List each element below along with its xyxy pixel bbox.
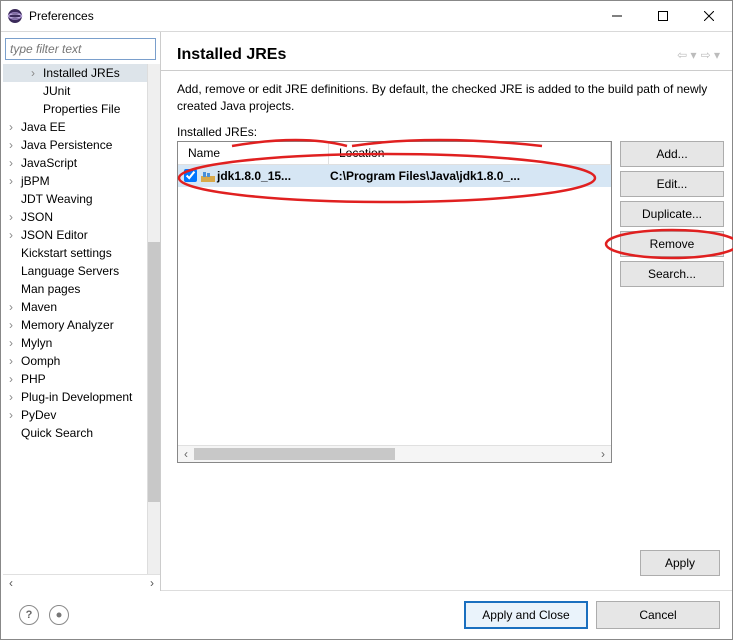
help-icon[interactable]: ? <box>19 605 39 625</box>
tree-item[interactable]: Kickstart settings <box>3 244 160 262</box>
list-label: Installed JREs: <box>161 117 732 141</box>
apply-button[interactable]: Apply <box>640 550 720 576</box>
tree-item[interactable]: Language Servers <box>3 262 160 280</box>
remove-button[interactable]: Remove <box>620 231 724 257</box>
tree-item[interactable]: JDT Weaving <box>3 190 160 208</box>
import-export-icon[interactable] <box>49 605 69 625</box>
preferences-tree[interactable]: ›Installed JREsJUnitProperties File›Java… <box>3 64 160 574</box>
tree-item[interactable]: ›Plug-in Development <box>3 388 160 406</box>
tree-item[interactable]: ›PHP <box>3 370 160 388</box>
tree-item[interactable]: ›Installed JREs <box>3 64 160 82</box>
scroll-left-icon[interactable]: ‹ <box>178 447 194 461</box>
eclipse-icon <box>7 8 23 24</box>
tree-item[interactable]: JUnit <box>3 82 160 100</box>
page-title: Installed JREs <box>177 46 677 64</box>
forward-icon[interactable]: ⇨ ▾ <box>701 48 720 62</box>
tree-item[interactable]: ›Mylyn <box>3 334 160 352</box>
preferences-tree-panel: ›Installed JREsJUnitProperties File›Java… <box>1 32 161 591</box>
cancel-button[interactable]: Cancel <box>596 601 720 629</box>
tree-vertical-scrollbar[interactable] <box>147 64 160 574</box>
preferences-page: Installed JREs ⇦ ▾ ⇨ ▾ Add, remove or ed… <box>161 32 732 591</box>
tree-item[interactable]: ›JavaScript <box>3 154 160 172</box>
duplicate-button[interactable]: Duplicate... <box>620 201 724 227</box>
col-name[interactable]: Name <box>178 142 329 164</box>
tree-item[interactable]: ›JSON Editor <box>3 226 160 244</box>
tree-item[interactable]: Man pages <box>3 280 160 298</box>
table-horizontal-scrollbar[interactable]: ‹ › <box>178 445 611 462</box>
scroll-right-icon[interactable]: › <box>144 575 160 591</box>
add-button[interactable]: Add... <box>620 141 724 167</box>
scroll-right-icon[interactable]: › <box>595 447 611 461</box>
titlebar: Preferences <box>1 1 732 32</box>
filter-input[interactable] <box>5 38 156 60</box>
table-header: Name Location <box>178 142 611 165</box>
jre-table[interactable]: Name Location jdk1.8.0_15...C:\Program F… <box>177 141 612 463</box>
apply-and-close-button[interactable]: Apply and Close <box>464 601 588 629</box>
filter-box <box>5 38 156 60</box>
tree-item[interactable]: ›Oomph <box>3 352 160 370</box>
edit-button[interactable]: Edit... <box>620 171 724 197</box>
minimize-button[interactable] <box>594 1 640 31</box>
window-title: Preferences <box>29 9 594 23</box>
tree-item[interactable]: Properties File <box>3 100 160 118</box>
tree-item[interactable]: ›Memory Analyzer <box>3 316 160 334</box>
back-icon[interactable]: ⇦ ▾ <box>677 48 696 62</box>
page-nav-arrows: ⇦ ▾ ⇨ ▾ <box>677 48 720 62</box>
tree-horizontal-scrollbar[interactable]: ‹ › <box>3 574 160 591</box>
scroll-left-icon[interactable]: ‹ <box>3 575 19 591</box>
jre-buttons: Add... Edit... Duplicate... Remove Searc… <box>620 141 724 542</box>
maximize-button[interactable] <box>640 1 686 31</box>
table-row[interactable]: jdk1.8.0_15...C:\Program Files\Java\jdk1… <box>178 165 611 187</box>
preferences-window: Preferences ›Installed JREsJUnitProperti… <box>0 0 733 640</box>
dialog-footer: ? Apply and Close Cancel <box>1 591 732 639</box>
col-location[interactable]: Location <box>329 142 611 164</box>
jdk-icon <box>201 171 215 181</box>
tree-item[interactable]: ›Maven <box>3 298 160 316</box>
tree-item[interactable]: ›jBPM <box>3 172 160 190</box>
tree-item[interactable]: Quick Search <box>3 424 160 442</box>
tree-item[interactable]: ›JSON <box>3 208 160 226</box>
tree-item[interactable]: ›Java Persistence <box>3 136 160 154</box>
tree-item[interactable]: ›Java EE <box>3 118 160 136</box>
jre-checkbox[interactable] <box>184 169 197 182</box>
search-button[interactable]: Search... <box>620 261 724 287</box>
page-description: Add, remove or edit JRE definitions. By … <box>161 71 732 117</box>
close-button[interactable] <box>686 1 732 31</box>
tree-item[interactable]: ›PyDev <box>3 406 160 424</box>
